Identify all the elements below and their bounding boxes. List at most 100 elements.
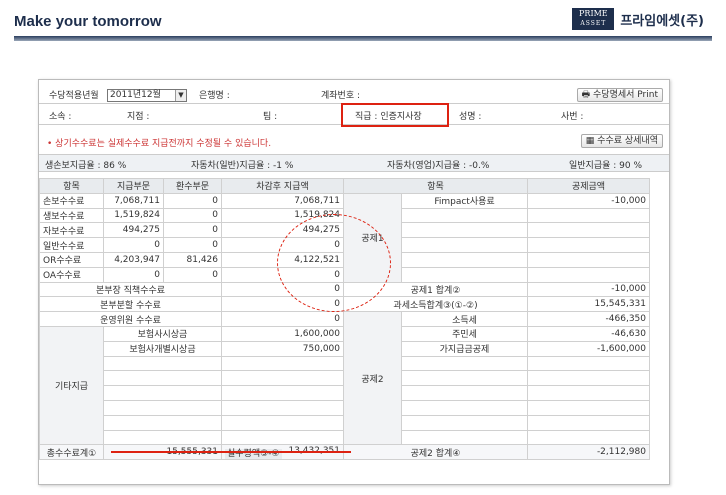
commission-panel: 수당적용년월 2011년12월 ▼ 은행명 : 계좌번호 : 🖶 수당명세서 Pr…	[38, 79, 670, 485]
table-cell: 보험사시상금	[103, 325, 222, 342]
table-cell	[401, 429, 528, 446]
page-title: Make your tomorrow	[14, 13, 162, 30]
table-cell	[527, 429, 650, 446]
table-cell	[401, 266, 528, 283]
table-cell: 주민세	[401, 325, 528, 342]
table-cell	[527, 222, 650, 239]
col-ded-item: 항목	[343, 178, 528, 194]
notice-text: • 상기수수료는 실제수수료 지급전까지 수정될 수 있습니다.	[47, 139, 272, 149]
table-cell	[401, 355, 528, 372]
table-cell: Fimpact사용료	[401, 192, 528, 209]
id-label: 사번 :	[561, 112, 584, 122]
table-cell: 본부분할 수수료	[39, 296, 222, 313]
table-cell: 0	[163, 237, 222, 253]
table-cell	[527, 266, 650, 283]
col-net: 차감후 지급액	[221, 178, 344, 194]
detail-button[interactable]: ▦ 수수료 상세내역	[580, 134, 663, 148]
table-cell: 운영위원 수수료	[39, 311, 222, 327]
header-divider	[14, 36, 712, 41]
table-cell	[103, 385, 222, 401]
table-cell: 7,068,711	[103, 192, 164, 209]
net-amount-highlight	[277, 214, 391, 312]
rates-bar: 생손보지급율 : 86 % 자동차(일반)지급율 : -1 % 자동차(영업)지…	[39, 154, 669, 172]
bank-label: 은행명 :	[199, 91, 230, 101]
prime-logo-badge: PRIME ASSET	[572, 8, 615, 30]
rate-life: 생손보지급율 : 86 %	[45, 161, 127, 171]
account-label: 계좌번호 :	[321, 91, 361, 101]
table-cell	[401, 414, 528, 431]
table-cell	[221, 370, 344, 387]
table-cell: 소득세	[401, 311, 528, 327]
table-cell	[221, 385, 344, 401]
table-cell: 보험사개별시상금	[103, 340, 222, 357]
deduction2-label: 공제2	[343, 311, 402, 446]
table-row: 손보수수료 7,068,711 0 7,068,711 공제1 Fimpact사용료 -…	[39, 192, 650, 283]
table-cell: 생보수수료	[39, 207, 104, 224]
table-cell: 본부장 직책수수료	[39, 281, 222, 298]
filter-row-1: 수당적용년월 2011년12월 ▼ 은행명 : 계좌번호 : 🖶 수당명세서 Pr…	[39, 86, 669, 104]
table-cell	[527, 399, 650, 416]
table-cell	[221, 355, 344, 372]
table-cell	[401, 251, 528, 268]
table-cell: 자보수수료	[39, 222, 104, 239]
printer-icon: 🖶	[581, 90, 594, 100]
table-cell: -46,630	[527, 325, 650, 342]
month-label: 수당적용년월	[49, 91, 99, 101]
table-cell	[527, 207, 650, 224]
table-cell	[527, 370, 650, 387]
table-cell: 750,000	[221, 340, 344, 357]
chevron-down-icon[interactable]: ▼	[175, 90, 186, 101]
table-cell	[401, 222, 528, 239]
table-cell: 15,545,331	[527, 296, 650, 313]
ded2-total-label: 공제2 합계④	[343, 444, 528, 461]
table-cell: 가지급금공제	[401, 340, 528, 357]
table-cell	[527, 385, 650, 401]
table-cell: 0	[221, 311, 344, 327]
table-cell	[221, 429, 344, 446]
print-button[interactable]: 🖶 수당명세서 Print	[576, 88, 663, 102]
total-underline	[111, 451, 351, 453]
ded2-total-value: -2,112,980	[527, 444, 650, 461]
col-item: 항목	[39, 178, 104, 194]
company-logo: PRIME ASSET 프라임에셋(주)	[572, 8, 704, 30]
table-cell: 0	[103, 237, 164, 253]
table-cell: 494,275	[103, 222, 164, 239]
month-select[interactable]: 2011년12월 ▼	[107, 89, 187, 102]
col-pay: 지급부문	[103, 178, 164, 194]
table-cell: 81,426	[163, 251, 222, 268]
table-cell: OR수수료	[39, 251, 104, 268]
table-cell	[103, 429, 222, 446]
table-cell: 손보수수료	[39, 192, 104, 209]
table-cell	[103, 399, 222, 416]
table-cell: -1,600,000	[527, 340, 650, 357]
rate-general: 일반지급율 : 90 %	[569, 161, 643, 171]
table-cell: 0	[163, 207, 222, 224]
table-cell	[103, 355, 222, 372]
total-label: 총수수료계①	[39, 444, 104, 461]
table-cell: 0	[163, 266, 222, 283]
table-cell: 1,600,000	[221, 325, 344, 342]
table-row: 운영위원 수수료 0 공제2 소득세 -466,350	[39, 311, 650, 446]
position-highlight	[341, 103, 449, 127]
table-cell: OA수수료	[39, 266, 104, 283]
name-label: 성명 :	[459, 112, 482, 122]
company-name: 프라임에셋(주)	[620, 13, 704, 29]
dept-label: 소속 :	[49, 112, 72, 122]
table-cell	[401, 399, 528, 416]
table-cell: 일반수수료	[39, 237, 104, 253]
table-cell: 1,519,824	[103, 207, 164, 224]
other-pay-label: 기타지급	[39, 325, 104, 446]
table-cell	[527, 355, 650, 372]
table-cell	[401, 385, 528, 401]
table-cell	[527, 251, 650, 268]
table-cell: -10,000	[527, 281, 650, 298]
rate-auto-general: 자동차(일반)지급율 : -1 %	[191, 161, 294, 171]
table-cell	[527, 414, 650, 431]
table-cell: -10,000	[527, 192, 650, 209]
table-cell	[103, 414, 222, 431]
col-refund: 환수부문	[163, 178, 222, 194]
branch-label: 지점 :	[127, 112, 150, 122]
table-cell: 7,068,711	[221, 192, 344, 209]
table-cell: 0	[103, 266, 164, 283]
rate-auto-business: 자동차(영업)지급율 : -0.%	[387, 161, 490, 171]
